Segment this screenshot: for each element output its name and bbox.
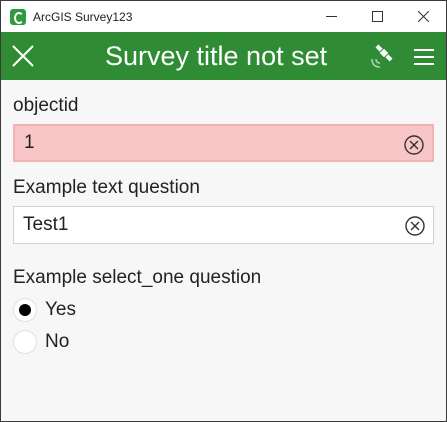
maximize-icon [371, 11, 383, 22]
window-controls [308, 1, 446, 32]
radio-selected-dot [19, 304, 31, 316]
radio-button-no[interactable] [13, 330, 37, 354]
text-question-field[interactable]: Test1 [13, 206, 434, 244]
survey-header: Survey title not set [1, 32, 446, 80]
text-question-value: Test1 [23, 214, 69, 235]
app-window: ArcGIS Survey123 Survey title not set ob… [0, 0, 447, 422]
minimize-icon [325, 16, 337, 17]
objectid-field[interactable]: 1 [13, 124, 434, 162]
gps-button[interactable] [368, 43, 396, 71]
survey-title: Survey title not set [105, 41, 328, 71]
question-label-select-one: Example select_one question [13, 267, 262, 288]
window-close-button[interactable] [400, 1, 446, 32]
question-label-objectid: objectid [13, 95, 79, 116]
clear-text-button[interactable] [405, 216, 425, 236]
menu-icon [414, 49, 434, 65]
radio-label-yes: Yes [45, 299, 76, 320]
menu-button[interactable] [414, 47, 434, 67]
question-label-text: Example text question [13, 177, 200, 198]
radio-option-yes[interactable]: Yes [13, 294, 434, 326]
survey-form: objectid 1 Example text question Test1 E… [1, 94, 446, 358]
radio-button-yes[interactable] [13, 298, 37, 322]
maximize-button[interactable] [354, 1, 400, 32]
radio-option-no[interactable]: No [13, 326, 434, 358]
window-title: ArcGIS Survey123 [33, 9, 133, 24]
window-close-icon [417, 11, 429, 22]
close-survey-button[interactable] [11, 44, 35, 68]
close-icon [12, 45, 34, 67]
minimize-button[interactable] [308, 1, 354, 32]
radio-label-no: No [45, 331, 70, 352]
survey123-icon [10, 8, 26, 25]
clear-circle-icon [404, 135, 424, 155]
title-bar: ArcGIS Survey123 [1, 1, 446, 32]
clear-objectid-button[interactable] [404, 135, 424, 155]
clear-circle-icon [405, 216, 425, 236]
satellite-icon [371, 44, 393, 68]
objectid-value: 1 [24, 132, 35, 153]
